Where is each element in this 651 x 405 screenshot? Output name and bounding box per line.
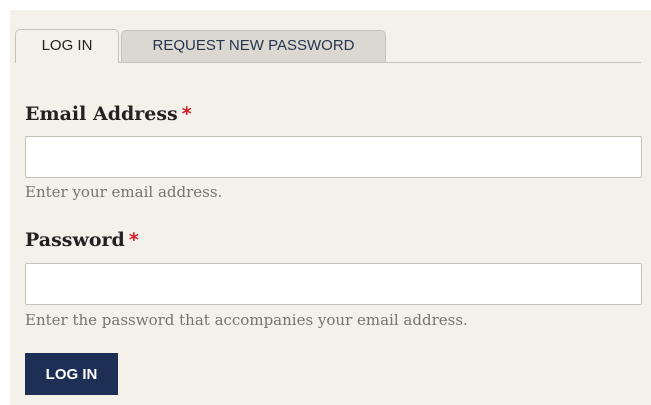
email-required-marker: * bbox=[181, 103, 192, 125]
password-label: Password * bbox=[25, 229, 139, 251]
email-field[interactable] bbox=[25, 136, 642, 178]
login-panel bbox=[10, 10, 651, 405]
tab-request-new-password[interactable]: REQUEST NEW PASSWORD bbox=[121, 30, 386, 62]
password-label-text: Password bbox=[25, 229, 125, 251]
tab-log-in[interactable]: LOG IN bbox=[15, 29, 119, 63]
password-field[interactable] bbox=[25, 263, 642, 305]
email-label-text: Email Address bbox=[25, 103, 178, 125]
email-label: Email Address * bbox=[25, 103, 192, 125]
password-required-marker: * bbox=[128, 229, 139, 251]
password-help-text: Enter the password that accompanies your… bbox=[25, 311, 468, 329]
log-in-button[interactable]: LOG IN bbox=[25, 353, 118, 395]
email-help-text: Enter your email address. bbox=[25, 183, 223, 201]
